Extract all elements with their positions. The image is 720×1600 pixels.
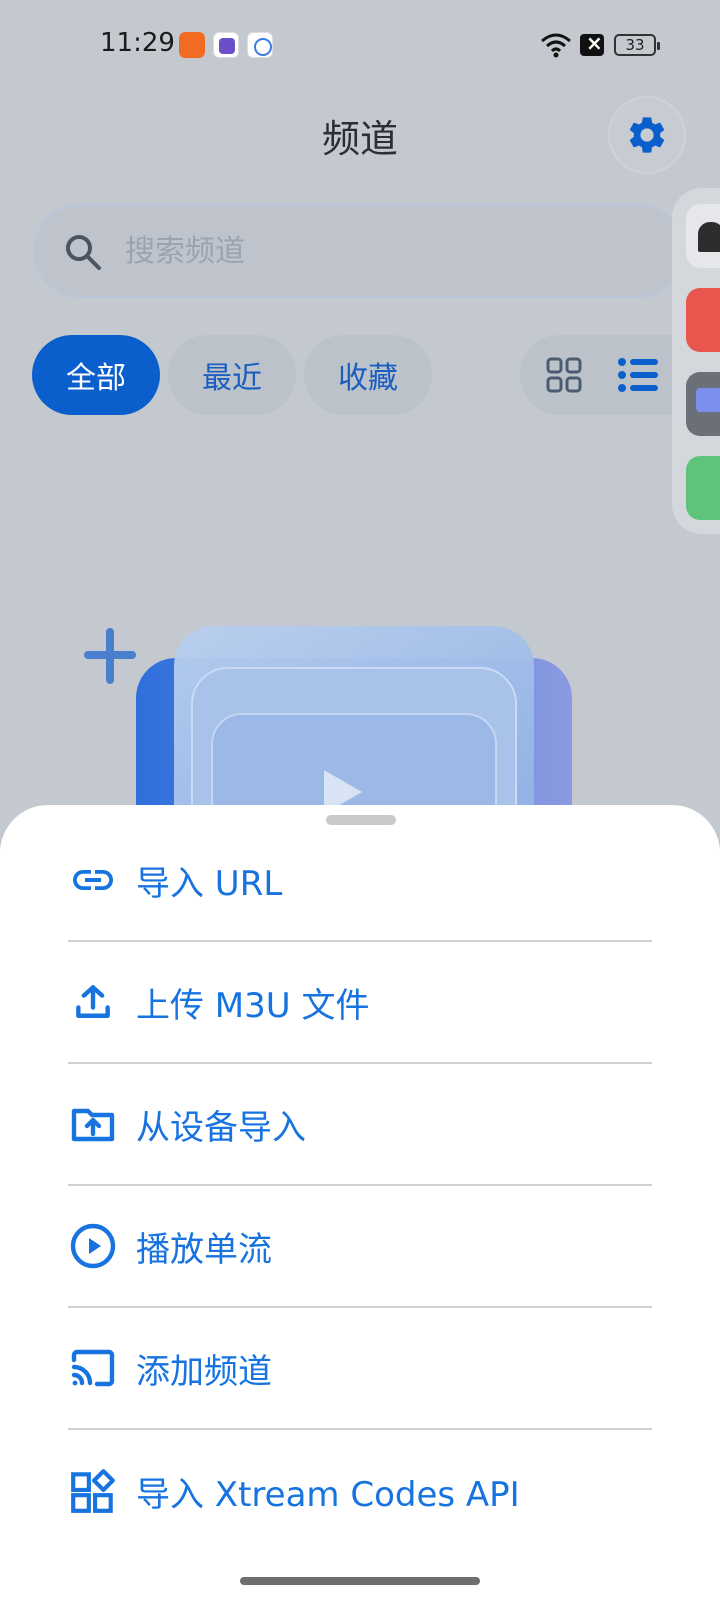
menu-item-add-channel[interactable]: 添加频道 — [68, 1308, 652, 1430]
list-view-icon[interactable] — [618, 357, 660, 393]
link-icon — [68, 855, 118, 905]
system-gesture-bar[interactable] — [240, 1577, 480, 1585]
menu-item-label: 从设备导入 — [136, 1107, 306, 1148]
dock-app-icon[interactable] — [686, 456, 720, 520]
menu-item-label: 导入 Xtream Codes API — [136, 1474, 520, 1515]
filter-chip-favorites[interactable]: 收藏 — [304, 335, 432, 415]
menu-item-label: 添加频道 — [136, 1351, 272, 1392]
menu-item-upload-m3u[interactable]: 上传 M3U 文件 — [68, 942, 652, 1064]
gear-icon — [629, 117, 665, 153]
menu-item-label: 播放单流 — [136, 1229, 272, 1270]
cast-icon — [68, 1343, 118, 1393]
folder-upload-icon — [68, 1099, 118, 1149]
search-icon — [66, 235, 101, 270]
no-sim-icon — [580, 31, 604, 56]
menu-item-import-xtream[interactable]: 导入 Xtream Codes API — [68, 1430, 652, 1552]
search-bar[interactable] — [33, 204, 685, 298]
grid-app-icon — [179, 32, 205, 58]
settings-button[interactable] — [608, 96, 686, 174]
dock-app-icon[interactable] — [686, 288, 720, 352]
play-circle-icon — [68, 1221, 118, 1271]
filter-chip-all[interactable]: 全部 — [32, 335, 160, 415]
grid-view-icon[interactable] — [546, 357, 582, 393]
search-input[interactable] — [125, 228, 625, 274]
wifi-icon — [541, 33, 571, 58]
battery-icon: 33 — [614, 34, 660, 56]
filter-chip-recent[interactable]: 最近 — [168, 335, 296, 415]
status-time: 11:29 — [100, 28, 175, 58]
status-bar: 11:29 33 — [0, 0, 720, 90]
dock-app-icon[interactable] — [686, 372, 720, 436]
dock-app-icon[interactable] — [686, 204, 720, 268]
floating-app-dock — [672, 188, 720, 534]
upload-icon — [68, 977, 118, 1027]
menu-item-label: 导入 URL — [136, 863, 283, 904]
empty-state-illustration — [84, 626, 572, 820]
tie-app-icon — [213, 32, 239, 58]
widgets-icon — [68, 1466, 118, 1516]
import-options-sheet: 导入 URL 上传 M3U 文件 从设备导入 播放单流 添加频道 导入 Xtre… — [0, 805, 720, 1600]
menu-item-play-stream[interactable]: 播放单流 — [68, 1186, 652, 1308]
cloud-app-icon — [247, 32, 273, 58]
menu-item-label: 上传 M3U 文件 — [136, 985, 370, 1026]
menu-item-import-url[interactable]: 导入 URL — [68, 820, 652, 942]
menu-item-import-device[interactable]: 从设备导入 — [68, 1064, 652, 1186]
